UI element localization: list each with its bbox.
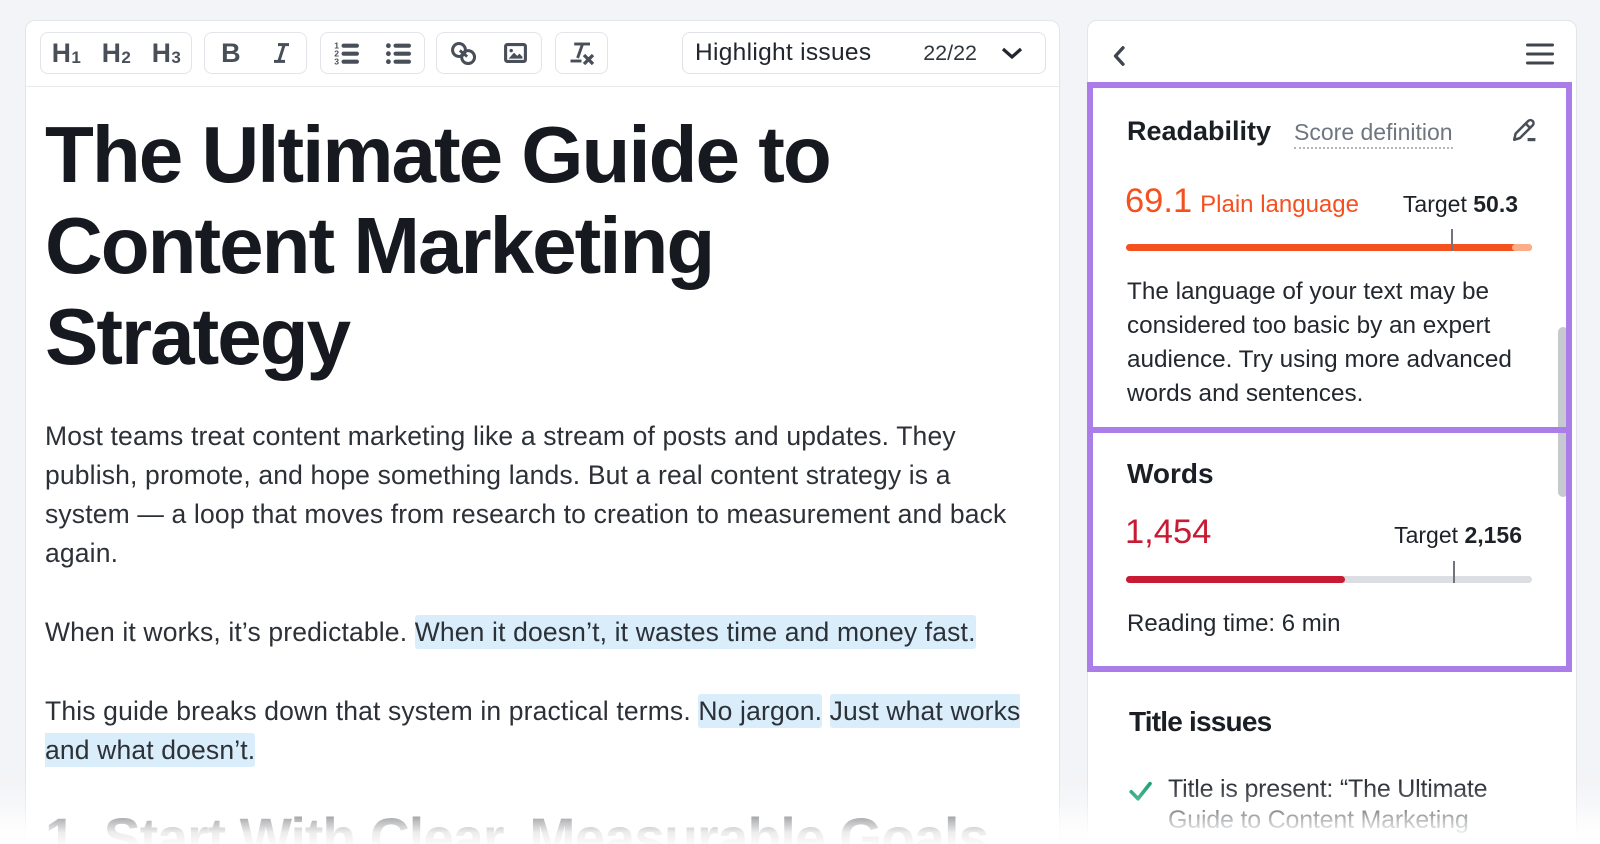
svg-text:3: 3 <box>334 57 339 65</box>
